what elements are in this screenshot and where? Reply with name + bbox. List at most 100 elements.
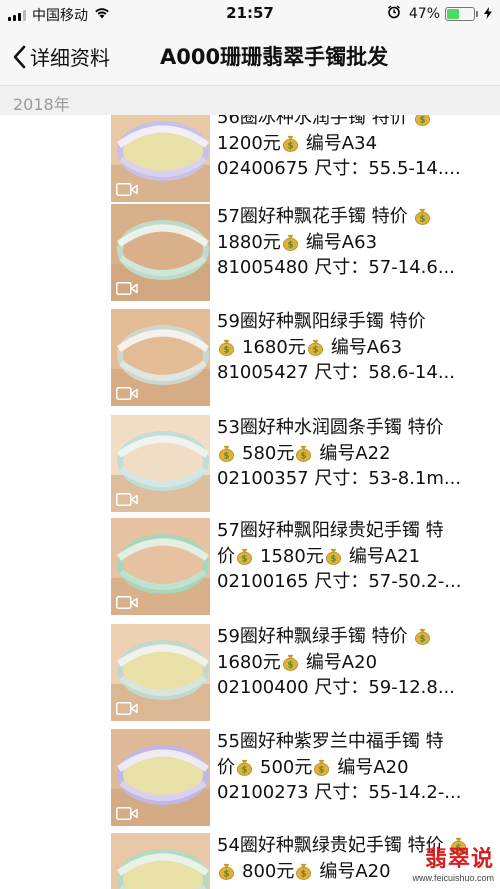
video-icon [116, 387, 138, 400]
album-feed[interactable]: 56圈冰种水润手镯 特价 $1200元 $ 编号A34 02400675 尺寸：55.… [0, 115, 500, 889]
svg-text:$: $ [242, 765, 248, 775]
svg-text:$: $ [312, 345, 318, 355]
money-bag-icon: $ [235, 757, 254, 778]
svg-text:$: $ [224, 451, 230, 461]
money-bag-icon: $ [217, 337, 236, 358]
item-price-line: 价 $500元 $ 编号A20 [217, 755, 497, 781]
money-bag-icon: $ [312, 757, 331, 778]
item-description: 59圈好种飘绿手镯 特价 $1680元 $ 编号A20 02100400 尺寸：59-… [217, 624, 497, 701]
bangle-thumbnail[interactable] [111, 624, 210, 721]
item-price: 580元 [242, 442, 295, 464]
item-size-line: 02400675 尺寸：55.5-14.... [217, 158, 461, 179]
item-code: 编号A21 [348, 545, 421, 567]
navigation-bar: 详细资料 A000珊珊翡翠手镯批发 [0, 28, 500, 85]
svg-text:$: $ [224, 869, 230, 879]
svg-text:$: $ [301, 869, 307, 879]
item-price: 1680元 [217, 651, 281, 673]
item-title: 57圈好种飘花手镯 特价 [217, 206, 408, 227]
item-title: 53圈好种水润圆条手镯 特价 [217, 417, 444, 438]
money-bag-icon: $ [294, 443, 313, 464]
item-title-line: 57圈好种飘阳绿贵妃手镯 特 [217, 518, 497, 544]
battery-icon [445, 7, 475, 21]
item-size-line [217, 884, 497, 889]
item-price: 1580元 [260, 545, 324, 567]
svg-text:$: $ [287, 660, 293, 670]
alarm-icon [387, 5, 401, 23]
item-size-line: 02100400 尺寸：59-12.8... [217, 677, 455, 698]
item-size-line: 02100165 尺寸：57-50.2-... [217, 571, 462, 592]
svg-text:$: $ [420, 215, 426, 225]
item-code: 编号A20 [337, 756, 409, 778]
money-bag-icon: $ [294, 861, 313, 882]
feed-item[interactable]: 57圈好种飘阳绿贵妃手镯 特价 $1580元 $ 编号A21 02100165 尺寸：5… [111, 518, 500, 615]
video-icon [116, 183, 138, 196]
item-code: 编号A20 [319, 860, 391, 882]
battery-percent: 47% [408, 6, 440, 22]
feed-item[interactable]: 59圈好种飘绿手镯 特价 $1680元 $ 编号A20 02100400 尺寸：59-… [111, 624, 500, 721]
item-title: 59圈好种飘阳绿手镯 特价 [217, 311, 426, 332]
video-icon [116, 807, 138, 820]
back-button[interactable]: 详细资料 [12, 42, 110, 71]
item-description: 57圈好种飘阳绿贵妃手镯 特价 $1580元 $ 编号A21 02100165 尺寸：5… [217, 518, 497, 595]
item-title-line: 56圈冰种水润手镯 特价 $ [217, 115, 497, 131]
item-description: 53圈好种水润圆条手镯 特价 $580元 $ 编号A22 02100357 尺寸：53-… [217, 415, 497, 492]
bangle-thumbnail[interactable] [111, 309, 210, 406]
item-price-line: 价 $1580元 $ 编号A21 [217, 544, 497, 570]
feed-item[interactable]: 56圈冰种水润手镯 特价 $1200元 $ 编号A34 02400675 尺寸：55.… [111, 115, 500, 202]
page-title: A000珊珊翡翠手镯批发 [160, 45, 389, 69]
feed-item[interactable]: 57圈好种飘花手镯 特价 $1880元 $ 编号A63 81005480 尺寸：57-… [111, 204, 500, 301]
item-size-line: 81005427 尺寸：58.6-14... [217, 362, 455, 383]
item-price-line: 1680元 $ 编号A20 [217, 650, 497, 676]
svg-text:$: $ [287, 240, 293, 250]
item-price: 800元 [242, 860, 295, 882]
item-price: 1880元 [217, 231, 281, 253]
video-icon [116, 493, 138, 506]
item-code: 编号A63 [330, 336, 403, 358]
item-description: 59圈好种飘阳绿手镯 特价 $1680元 $ 编号A63 81005427 尺寸：58.… [217, 309, 497, 386]
watermark-logo: 翡翠说 [424, 847, 494, 872]
item-title-line: 55圈好种紫罗兰中福手镯 特 [217, 729, 497, 755]
item-code: 编号A20 [305, 651, 378, 673]
item-description: 55圈好种紫罗兰中福手镯 特价 $500元 $ 编号A20 02100273 尺寸：55… [217, 729, 497, 806]
item-price: 500元 [260, 756, 313, 778]
bangle-thumbnail[interactable] [111, 204, 210, 301]
item-price-line: 1200元 $ 编号A34 [217, 131, 497, 157]
price-prefix: 价 [217, 545, 235, 567]
item-title: 55圈好种紫罗兰中福手镯 特 [217, 731, 444, 752]
bangle-thumbnail[interactable] [111, 518, 210, 615]
svg-text:$: $ [319, 765, 325, 775]
item-price-line: $1680元 $ 编号A63 [217, 335, 497, 361]
item-title: 54圈好种飘绿贵妃手镯 特价 [217, 835, 444, 856]
price-prefix: 价 [217, 756, 235, 778]
feed-item[interactable]: 59圈好种飘阳绿手镯 特价 $1680元 $ 编号A63 81005427 尺寸：58.… [111, 309, 500, 406]
money-bag-icon: $ [281, 232, 300, 253]
bangle-thumbnail[interactable] [111, 833, 210, 889]
watermark: 翡翠说 www.feicuishuo.com [412, 841, 494, 883]
item-title: 56圈冰种水润手镯 特价 [217, 115, 408, 128]
feed-item[interactable]: 53圈好种水润圆条手镯 特价 $580元 $ 编号A22 02100357 尺寸：53-… [111, 415, 500, 512]
item-price: 1680元 [242, 336, 306, 358]
money-bag-icon: $ [281, 652, 300, 673]
money-bag-icon: $ [324, 546, 343, 567]
battery-cap [476, 11, 478, 17]
item-description: 57圈好种飘花手镯 特价 $1880元 $ 编号A63 81005480 尺寸：57-… [217, 204, 497, 281]
bangle-thumbnail[interactable] [111, 729, 210, 826]
item-code: 编号A22 [319, 442, 391, 464]
feed-item[interactable]: 55圈好种紫罗兰中福手镯 特价 $500元 $ 编号A20 02100273 尺寸：55… [111, 729, 500, 826]
money-bag-icon: $ [217, 443, 236, 464]
bangle-thumbnail[interactable] [111, 115, 210, 202]
item-code: 编号A34 [305, 132, 378, 154]
money-bag-icon: $ [306, 337, 325, 358]
battery-level [447, 9, 460, 19]
bangle-thumbnail[interactable] [111, 415, 210, 512]
svg-text:$: $ [224, 345, 230, 355]
item-title-line: 59圈好种飘阳绿手镯 特价 [217, 309, 497, 335]
item-price: 1200元 [217, 132, 281, 154]
money-bag-icon: $ [217, 861, 236, 882]
watermark-url: www.feicuishuo.com [412, 873, 494, 883]
item-title-line: 59圈好种飘绿手镯 特价 $ [217, 624, 497, 650]
item-title: 57圈好种飘阳绿贵妃手镯 特 [217, 520, 444, 541]
video-icon [116, 702, 138, 715]
status-bar: 中国移动 21:57 47% [0, 0, 500, 28]
svg-text:$: $ [330, 554, 336, 564]
